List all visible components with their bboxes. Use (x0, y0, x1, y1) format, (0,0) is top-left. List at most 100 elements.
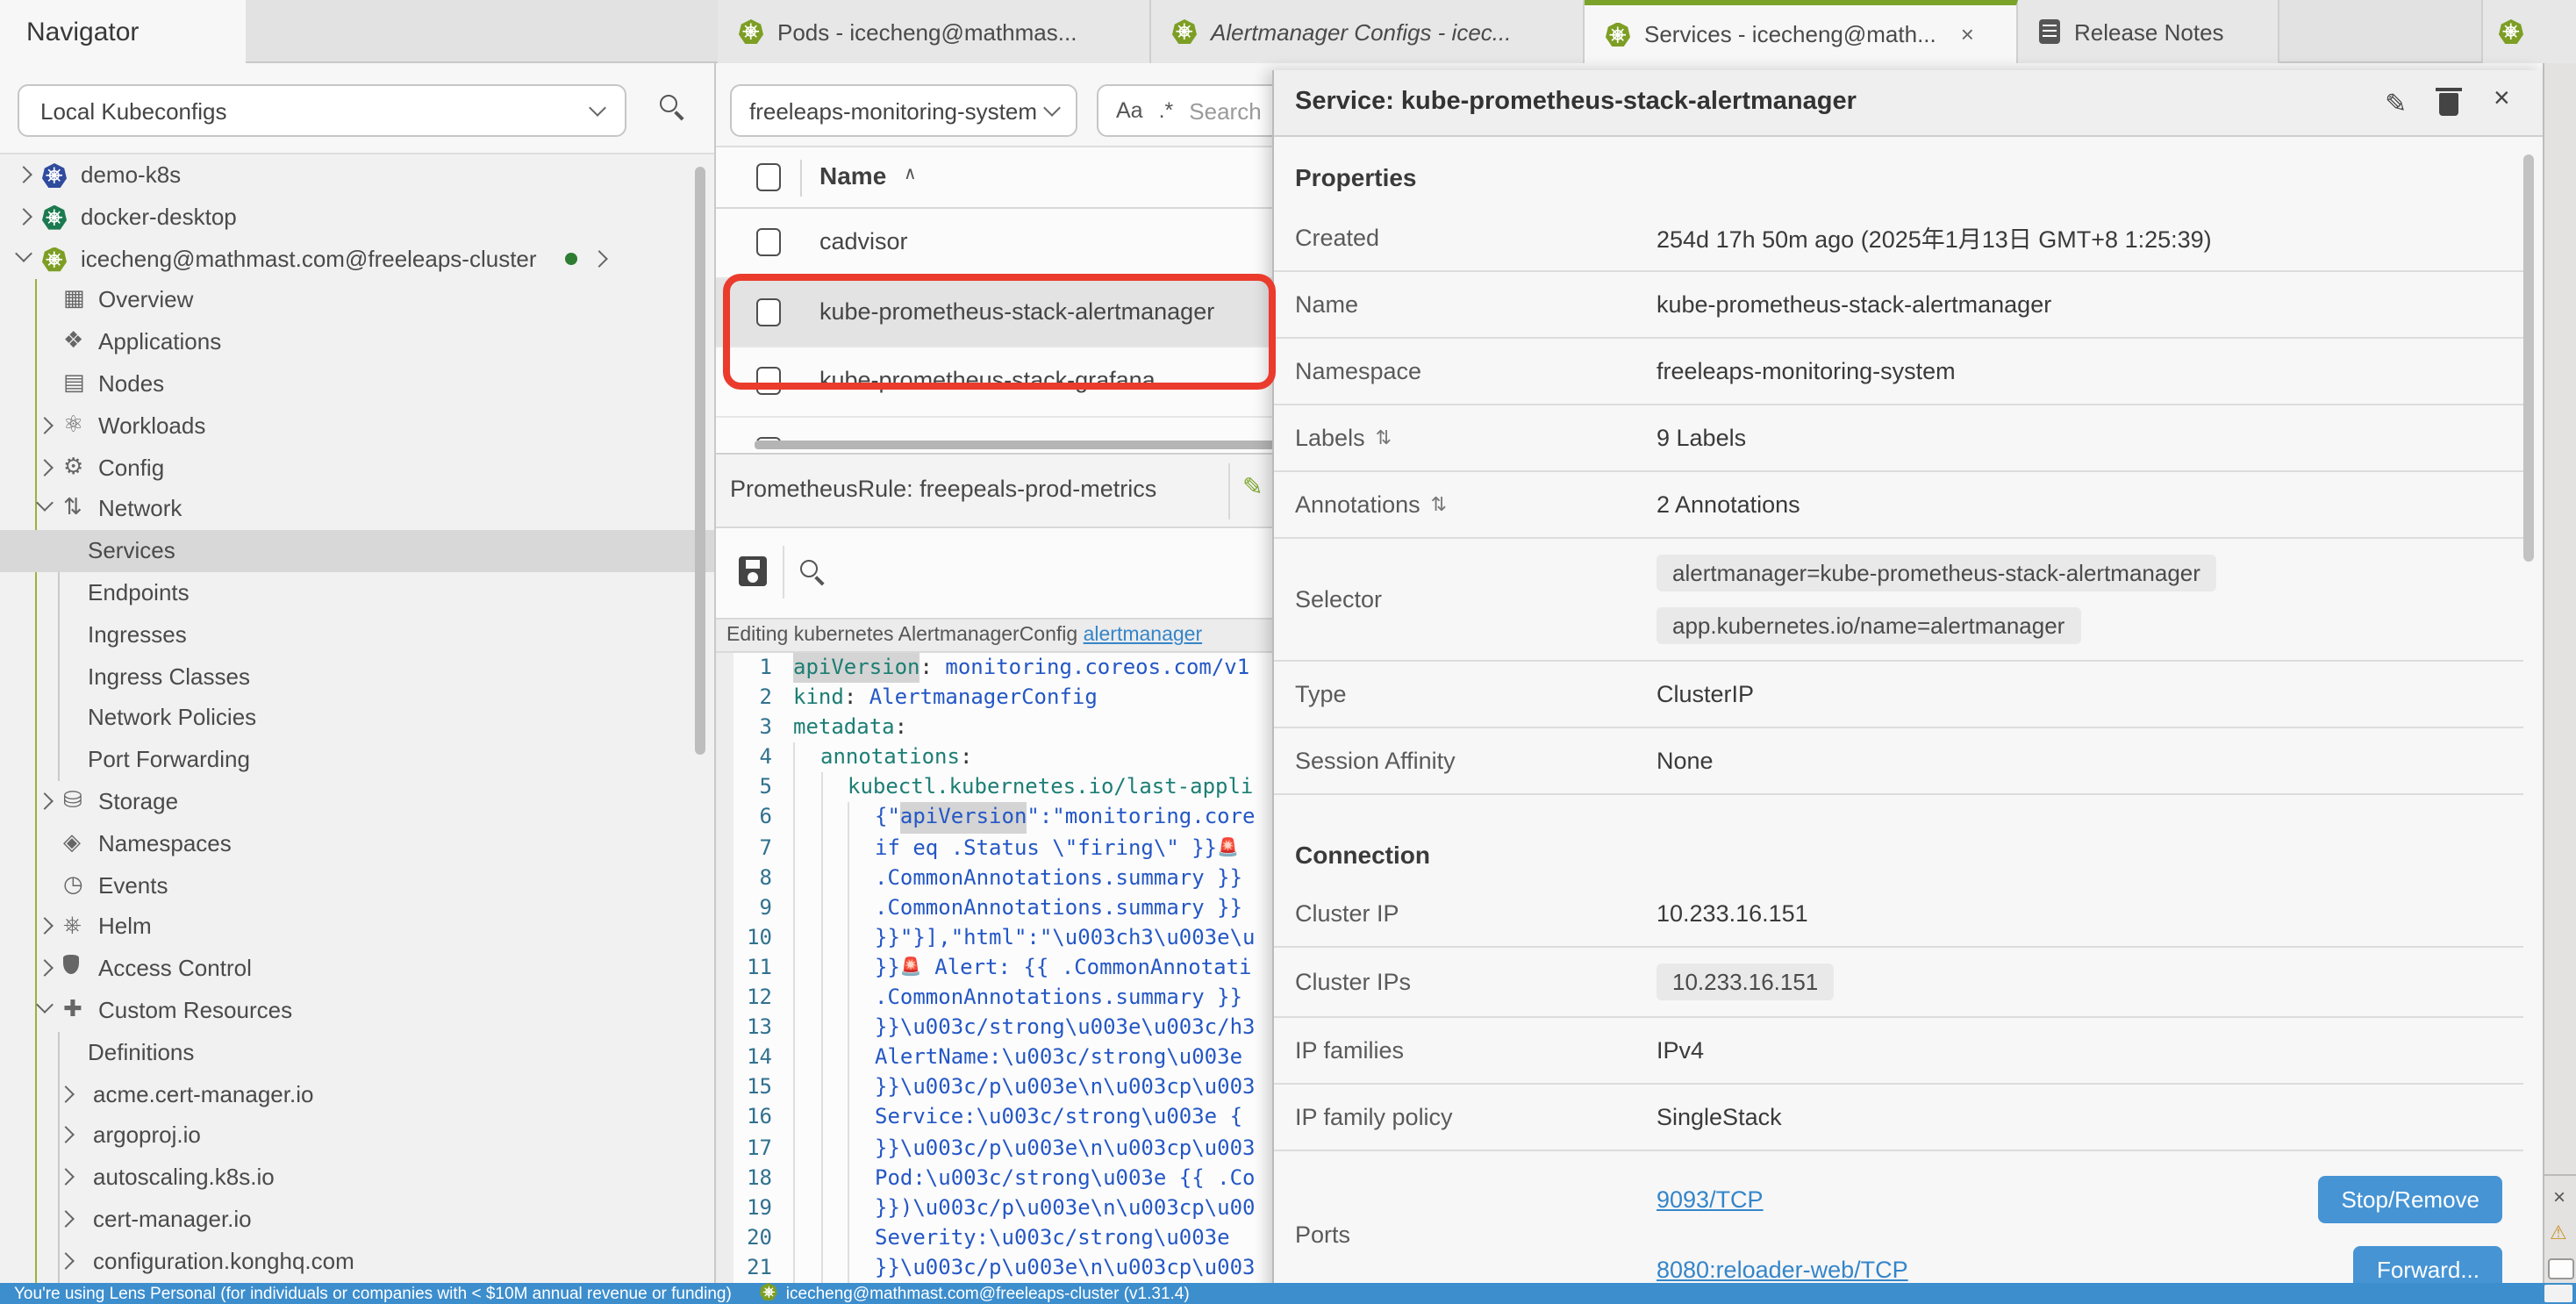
namespace-select[interactable]: freeleaps-monitoring-system (730, 84, 1077, 137)
edit-icon[interactable]: ✎ (2385, 88, 2407, 119)
close-icon[interactable]: × (2553, 1185, 2565, 1209)
line-number: 4 (733, 743, 793, 773)
horizontal-scrollbar[interactable] (755, 441, 1351, 449)
tab-close-icon[interactable]: × (1961, 21, 1974, 47)
chevron-down-icon[interactable] (36, 495, 54, 512)
sidebar-item-storage[interactable]: ⛁Storage (0, 781, 714, 823)
row-checkbox[interactable] (756, 228, 781, 256)
sidebar-item-applications[interactable]: ❖Applications (0, 321, 714, 363)
sidebar-item-argoproj-io[interactable]: argoproj.io (0, 1115, 714, 1157)
chevron-right-icon[interactable] (57, 1085, 75, 1102)
row-value: SingleStack (1657, 1104, 1782, 1130)
edge-field[interactable] (2548, 1258, 2574, 1279)
tab-services-icecheng-math[interactable]: Services - icecheng@math... × (1585, 0, 2018, 63)
sidebar-item-services[interactable]: Services (0, 530, 714, 572)
chevron-right-icon[interactable] (36, 959, 54, 977)
chevron-right-icon[interactable] (36, 792, 54, 810)
chevron-right-icon[interactable] (57, 1252, 75, 1270)
chevron-down-icon[interactable] (36, 996, 54, 1014)
search-icon[interactable] (800, 560, 818, 577)
sidebar-item-ingresses[interactable]: Ingresses (0, 614, 714, 656)
sidebar-item-port-forwarding[interactable]: Port Forwarding (0, 739, 714, 781)
sidebar-item-label: Services (88, 537, 175, 563)
close-icon[interactable]: × (2494, 84, 2510, 116)
kubeconfig-select[interactable]: Local Kubeconfigs (18, 84, 626, 137)
sort-asc-icon[interactable]: ∧ (904, 165, 917, 184)
chevron-right-icon[interactable] (15, 208, 32, 226)
sidebar-item-label: docker-desktop (81, 204, 237, 230)
tab-pods-icecheng-mathmas[interactable]: Pods - icecheng@mathmas... (718, 0, 1151, 63)
sidebar-item-configuration-konghq-com[interactable]: configuration.konghq.com (0, 1241, 714, 1283)
tab-label: Services - icecheng@math... (1644, 21, 1936, 47)
active-cluster-status[interactable]: icecheng@mathmast.com@freeleaps-cluster … (760, 1283, 1190, 1304)
code-token: : (920, 653, 946, 683)
line-number: 12 (733, 983, 793, 1013)
chevron-right-icon[interactable] (15, 166, 32, 183)
sidebar-item-label: Applications (98, 328, 221, 355)
sidebar-item-autoscaling-k8s-io[interactable]: autoscaling.k8s.io (0, 1157, 714, 1199)
service-name: cadvisor (819, 228, 908, 254)
panel-scrollbar[interactable] (2523, 154, 2534, 562)
navigator-title: Navigator (26, 17, 139, 47)
sidebar-item-cert-manager-io[interactable]: cert-manager.io (0, 1199, 714, 1241)
sidebar-item-namespaces[interactable]: ◈Namespaces (0, 823, 714, 865)
sidebar-item-icecheng-mathmast-com-freeleaps-cluster[interactable]: icecheng@mathmast.com@freeleaps-cluster (0, 238, 714, 280)
alertmanager-link[interactable]: alertmanager (1084, 625, 1203, 646)
delete-icon[interactable] (2439, 93, 2458, 116)
sidebar-item-helm[interactable]: ⎈Helm (0, 906, 714, 949)
sidebar-item-nodes[interactable]: ▤Nodes (0, 363, 714, 405)
chevron-right-icon[interactable] (590, 249, 608, 267)
sidebar-item-label: Overview (98, 287, 193, 313)
chevron-right-icon[interactable] (57, 1210, 75, 1228)
select-all-checkbox[interactable] (756, 163, 781, 191)
sidebar-item-label: Access Control (98, 955, 252, 981)
cluster-tree: demo-k8s docker-desktop icecheng@mathmast.… (0, 154, 714, 1304)
name-column-header[interactable]: Name (819, 161, 886, 190)
overflow-tab[interactable] (2481, 0, 2576, 63)
sidebar-item-config[interactable]: ⚙Config (0, 447, 714, 489)
sidebar-item-endpoints[interactable]: Endpoints (0, 572, 714, 614)
sidebar-item-events[interactable]: ◷Events (0, 864, 714, 906)
tab-release-notes[interactable]: Release Notes (2018, 0, 2279, 63)
namespace-link[interactable]: freeleaps-monitoring-system (1657, 358, 1956, 384)
code-token: .CommonAnnotations.summary }} (875, 863, 1242, 892)
chevron-right-icon[interactable] (57, 1127, 75, 1144)
port-link-8080-reloader-web-tcp[interactable]: 8080:reloader-web/TCP (1657, 1257, 1908, 1283)
label-chip: app.kubernetes.io/name=alertmanager (1657, 607, 2080, 644)
chevron-right-icon[interactable] (36, 417, 54, 434)
line-number: 18 (733, 1163, 793, 1193)
tab-alertmanager-configs-icec[interactable]: Alertmanager Configs - icec... (1151, 0, 1585, 63)
row-label: Created (1295, 224, 1379, 250)
chevron-down-icon (589, 99, 606, 117)
sidebar-item-overview[interactable]: ▦Overview (0, 280, 714, 322)
sidebar-item-access-control[interactable]: Access Control (0, 948, 714, 990)
sidebar-item-network-policies[interactable]: Network Policies (0, 698, 714, 740)
chevron-right-icon[interactable] (57, 1168, 75, 1186)
chevron-right-icon[interactable] (36, 458, 54, 476)
sidebar-item-network[interactable]: ⇅Network (0, 489, 714, 531)
search-icon[interactable] (660, 95, 677, 112)
code-token: annotations (820, 743, 960, 773)
sidebar-item-workloads[interactable]: ⚛Workloads (0, 405, 714, 448)
navigator-tab[interactable]: Navigator (0, 0, 246, 63)
sidebar-scrollbar[interactable] (695, 167, 705, 755)
sidebar-item-label: configuration.konghq.com (93, 1248, 354, 1274)
row-value: 2 Annotations (1657, 491, 1800, 518)
sidebar-item-custom-resources[interactable]: ✚Custom Resources (0, 990, 714, 1032)
edit-icon[interactable]: ✎ (1242, 474, 1263, 502)
port-link-9093-tcp[interactable]: 9093/TCP (1657, 1186, 1764, 1213)
match-case-icon[interactable]: Aa (1116, 98, 1143, 123)
stop-remove-button[interactable]: Stop/Remove (2318, 1176, 2502, 1223)
sidebar-item-acme-cert-manager-io[interactable]: acme.cert-manager.io (0, 1073, 714, 1115)
chevron-right-icon[interactable] (36, 918, 54, 935)
sort-icon[interactable]: ⇅ (1431, 493, 1447, 516)
sidebar-item-ingress-classes[interactable]: Ingress Classes (0, 656, 714, 698)
sidebar-item-label: Helm (98, 914, 152, 940)
regex-icon[interactable]: .* (1159, 98, 1174, 123)
sidebar-item-definitions[interactable]: Definitions (0, 1032, 714, 1074)
sidebar-item-demo-k8s[interactable]: demo-k8s (0, 154, 714, 197)
chevron-down-icon[interactable] (15, 244, 32, 262)
sidebar-item-docker-desktop[interactable]: docker-desktop (0, 197, 714, 239)
save-icon[interactable] (739, 556, 767, 586)
sort-icon[interactable]: ⇅ (1376, 426, 1392, 449)
